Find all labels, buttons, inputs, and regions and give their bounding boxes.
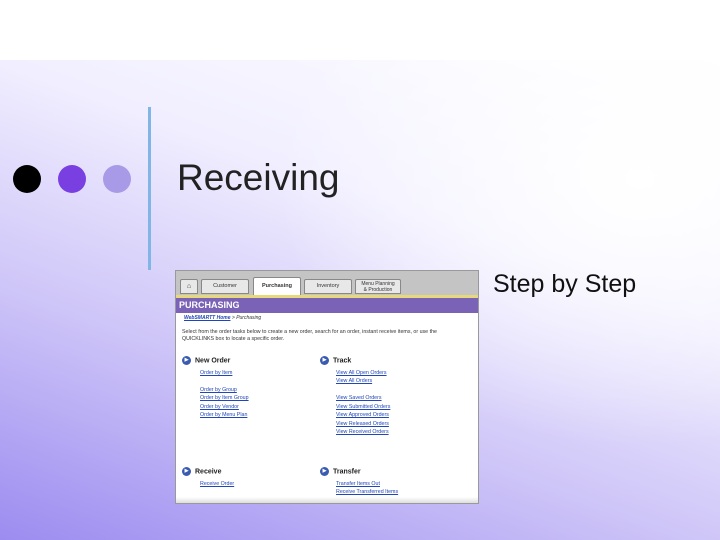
section-transfer: ▶ Transfer (320, 467, 361, 476)
link-view-approved-orders[interactable]: View Approved Orders (336, 412, 389, 418)
section-title: Transfer (333, 468, 361, 476)
tab-purchasing[interactable]: Purchasing (253, 277, 301, 295)
home-icon[interactable]: ⌂ (180, 279, 198, 294)
decor-dot-lavender (103, 165, 131, 193)
section-title: Track (333, 357, 352, 365)
intro-text: Select from the order tasks below to cre… (182, 329, 437, 342)
arrow-icon: ▶ (182, 356, 191, 365)
link-receive-order[interactable]: Receive Order (200, 481, 234, 487)
tab-menu-planning[interactable]: Menu Planning & Production (355, 279, 401, 294)
section-track: ▶ Track (320, 356, 351, 365)
link-order-by-group[interactable]: Order by Group (200, 387, 237, 393)
section-title: Receive (195, 468, 222, 476)
accent-divider (148, 107, 151, 270)
tab-menu-line2: & Production (363, 287, 393, 293)
section-new-order: ▶ New Order (182, 356, 230, 365)
breadcrumb-current: Purchasing (236, 315, 262, 321)
link-view-all-open-orders[interactable]: View All Open Orders (336, 370, 387, 376)
link-transfer-items-out[interactable]: Transfer Items Out (336, 481, 380, 487)
link-order-by-item[interactable]: Order by Item (200, 370, 232, 376)
section-title: New Order (195, 357, 231, 365)
tab-bar: ⌂ Customer Purchasing Inventory Menu Pla… (176, 271, 478, 295)
arrow-icon: ▶ (320, 356, 329, 365)
slide-subtitle: Step by Step (493, 270, 637, 298)
link-receive-transferred-items[interactable]: Receive Transferred Items (336, 489, 398, 495)
link-view-submitted-orders[interactable]: View Submitted Orders (336, 404, 390, 410)
link-view-received-orders[interactable]: View Received Orders (336, 429, 389, 435)
arrow-icon: ▶ (182, 467, 191, 476)
link-view-saved-orders[interactable]: View Saved Orders (336, 395, 382, 401)
decor-dot-black (13, 165, 41, 193)
breadcrumb: WebSMARTT Home > Purchasing (184, 315, 261, 321)
tab-inventory[interactable]: Inventory (304, 279, 352, 294)
link-order-by-vendor[interactable]: Order by Vendor (200, 404, 239, 410)
breadcrumb-home-link[interactable]: WebSMARTT Home (184, 315, 230, 321)
tab-customer[interactable]: Customer (201, 279, 249, 294)
arrow-icon: ▶ (320, 467, 329, 476)
page-header: PURCHASING (176, 298, 478, 313)
link-order-by-item-group[interactable]: Order by Item Group (200, 395, 249, 401)
section-receive: ▶ Receive (182, 467, 221, 476)
link-order-by-menu-plan[interactable]: Order by Menu Plan (200, 412, 247, 418)
screenshot-bottom-fade (176, 497, 478, 503)
link-view-released-orders[interactable]: View Released Orders (336, 421, 389, 427)
link-view-all-orders[interactable]: View All Orders (336, 378, 372, 384)
slide-title: Receiving (177, 157, 340, 198)
decor-dot-purple (58, 165, 86, 193)
slide-top-area (0, 0, 720, 62)
app-screenshot: ⌂ Customer Purchasing Inventory Menu Pla… (175, 270, 479, 504)
